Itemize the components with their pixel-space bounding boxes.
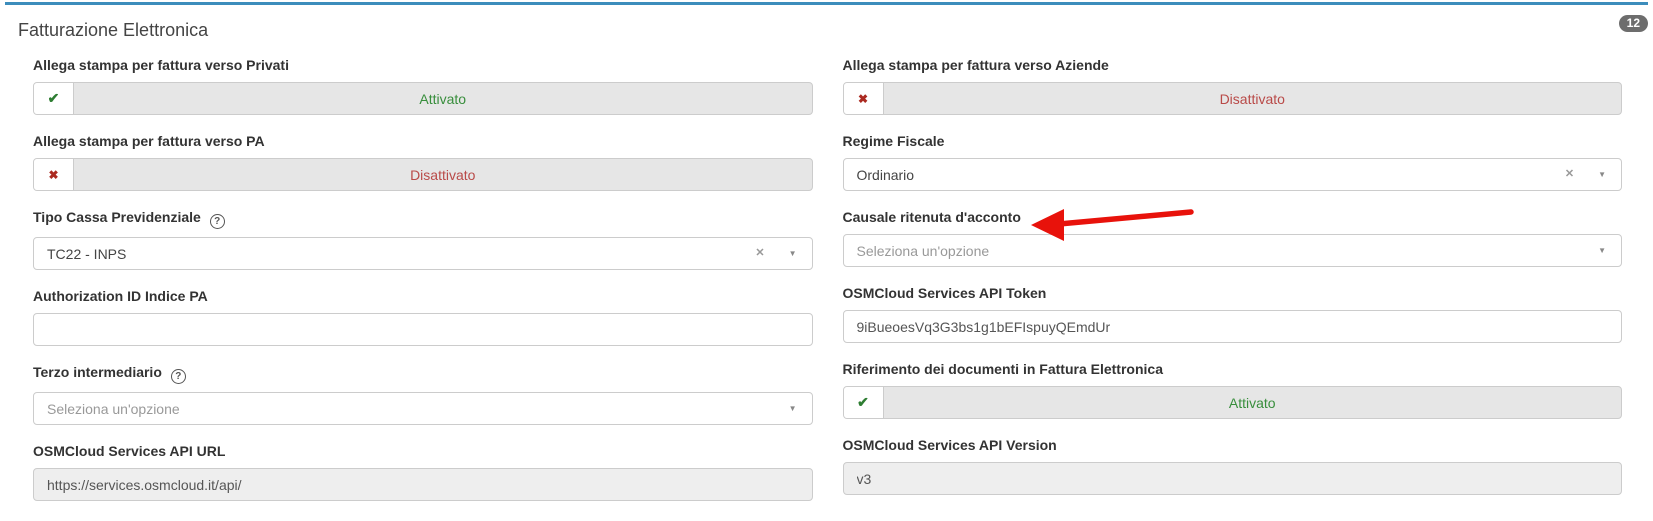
select-value: Ordinario	[857, 167, 1565, 183]
field-riferimento-documenti: Riferimento dei documenti in Fattura Ele…	[843, 361, 1623, 419]
field-label: Terzo intermediario ?	[33, 364, 813, 384]
help-icon[interactable]: ?	[171, 369, 186, 384]
select-placeholder: Seleziona un'opzione	[47, 401, 789, 417]
toggle-riferimento-documenti[interactable]: ✔ Attivato	[843, 386, 1623, 419]
toggle-allega-stampa-privati[interactable]: ✔ Attivato	[33, 82, 813, 115]
field-causale-ritenuta: Causale ritenuta d'acconto Seleziona un'…	[843, 209, 1623, 267]
help-icon[interactable]: ?	[210, 214, 225, 229]
field-label: Allega stampa per fattura verso Aziende	[843, 57, 1623, 74]
clear-icon[interactable]: ✕	[755, 248, 764, 259]
causale-ritenuta-select[interactable]: Seleziona un'opzione ▼	[843, 234, 1623, 267]
page-title: Fatturazione Elettronica	[18, 19, 1648, 41]
field-label: Riferimento dei documenti in Fattura Ele…	[843, 361, 1623, 378]
regime-fiscale-select[interactable]: Ordinario ✕ ▼	[843, 158, 1623, 191]
cross-icon: ✖	[844, 83, 884, 114]
toggle-status: Attivato	[74, 83, 812, 114]
field-api-version: OSMCloud Services API Version	[843, 437, 1623, 495]
right-column: Allega stampa per fattura verso Aziende …	[843, 57, 1623, 519]
chevron-down-icon: ▼	[789, 250, 797, 258]
api-token-input[interactable]	[843, 310, 1623, 343]
cross-icon: ✖	[34, 159, 74, 190]
tipo-cassa-select[interactable]: TC22 - INPS ✕ ▼	[33, 237, 813, 270]
select-placeholder: Seleziona un'opzione	[857, 243, 1599, 259]
field-label-text: Tipo Cassa Previdenziale	[33, 209, 201, 225]
select-value: TC22 - INPS	[47, 246, 755, 262]
api-version-input	[843, 462, 1623, 495]
toggle-status: Disattivato	[74, 159, 812, 190]
authorization-id-input[interactable]	[33, 313, 813, 346]
settings-form: Allega stampa per fattura verso Privati …	[5, 51, 1648, 519]
chevron-down-icon: ▼	[789, 405, 797, 413]
field-label: OSMCloud Services API Token	[843, 285, 1623, 302]
check-icon: ✔	[34, 83, 74, 114]
field-label: Causale ritenuta d'acconto	[843, 209, 1623, 226]
field-tipo-cassa-previdenziale: Tipo Cassa Previdenziale ? TC22 - INPS ✕…	[33, 209, 813, 270]
field-label-text: Terzo intermediario	[33, 364, 162, 380]
field-api-url: OSMCloud Services API URL	[33, 443, 813, 501]
chevron-down-icon: ▼	[1598, 247, 1606, 255]
chevron-down-icon: ▼	[1598, 171, 1606, 179]
field-allega-stampa-pa: Allega stampa per fattura verso PA ✖ Dis…	[33, 133, 813, 191]
api-url-input	[33, 468, 813, 501]
field-allega-stampa-aziende: Allega stampa per fattura verso Aziende …	[843, 57, 1623, 115]
field-label: Authorization ID Indice PA	[33, 288, 813, 305]
toggle-status: Disattivato	[884, 83, 1622, 114]
clear-icon[interactable]: ✕	[1565, 169, 1574, 180]
field-authorization-id: Authorization ID Indice PA	[33, 288, 813, 346]
fatturazione-panel: Fatturazione Elettronica 12 Allega stamp…	[5, 2, 1648, 521]
field-label: OSMCloud Services API URL	[33, 443, 813, 460]
toggle-status: Attivato	[884, 387, 1622, 418]
field-label: Allega stampa per fattura verso PA	[33, 133, 813, 150]
field-label: Allega stampa per fattura verso Privati	[33, 57, 813, 74]
field-label: OSMCloud Services API Version	[843, 437, 1623, 454]
left-column: Allega stampa per fattura verso Privati …	[33, 57, 813, 519]
field-api-token: OSMCloud Services API Token	[843, 285, 1623, 343]
field-regime-fiscale: Regime Fiscale Ordinario ✕ ▼	[843, 133, 1623, 191]
toggle-allega-stampa-aziende[interactable]: ✖ Disattivato	[843, 82, 1623, 115]
page: Fatturazione Elettronica 12 Allega stamp…	[0, 0, 1653, 521]
field-allega-stampa-privati: Allega stampa per fattura verso Privati …	[33, 57, 813, 115]
field-terzo-intermediario: Terzo intermediario ? Seleziona un'opzio…	[33, 364, 813, 425]
field-label: Tipo Cassa Previdenziale ?	[33, 209, 813, 229]
terzo-intermediario-select[interactable]: Seleziona un'opzione ▼	[33, 392, 813, 425]
count-badge: 12	[1619, 15, 1648, 32]
panel-header: Fatturazione Elettronica 12	[5, 5, 1648, 51]
field-label: Regime Fiscale	[843, 133, 1623, 150]
check-icon: ✔	[844, 387, 884, 418]
toggle-allega-stampa-pa[interactable]: ✖ Disattivato	[33, 158, 813, 191]
